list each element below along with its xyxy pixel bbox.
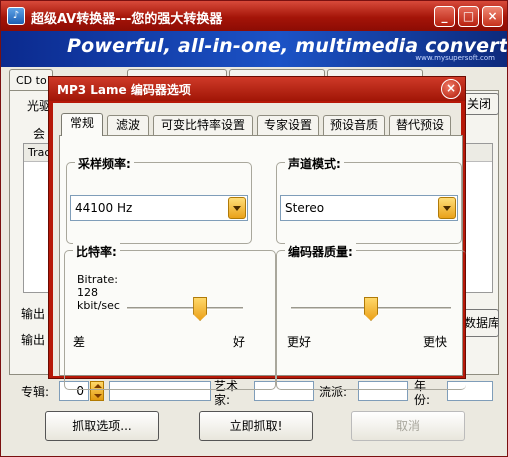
sample-rate-value: 44100 Hz xyxy=(75,201,133,215)
banner: Powerful, all-in-one, multimedia convert… xyxy=(1,31,507,67)
channel-mode-value: Stereo xyxy=(285,201,325,215)
banner-url: www.mysupersoft.com xyxy=(415,54,495,62)
bitrate-value: 128 xyxy=(77,286,98,299)
sample-rate-title: 采样频率: xyxy=(75,155,134,172)
bitrate-group: 比特率: Bitrate: 128 kbit/sec 差 好 xyxy=(64,243,276,390)
tab-cd-to[interactable]: CD to xyxy=(9,69,53,91)
output-format-label: 输出 xyxy=(21,333,46,347)
bitrate-caption: Bitrate: xyxy=(77,273,118,286)
tab-general[interactable]: 常规 xyxy=(61,113,103,136)
bitrate-slider-track[interactable] xyxy=(127,307,243,310)
output-dir-label: 输出 xyxy=(21,307,46,321)
encoder-quality-title: 编码器质量: xyxy=(285,243,356,260)
minimize-button[interactable]: _ xyxy=(434,6,455,27)
rip-options-button[interactable]: 抓取选项... xyxy=(45,411,159,441)
chevron-down-icon[interactable] xyxy=(228,197,246,219)
tab-alternate-preset[interactable]: 替代预设 xyxy=(389,115,451,135)
general-tab-panel: 采样频率: 44100 Hz 声道模式: Stereo 比特率: Bitrate… xyxy=(59,135,466,390)
main-window-title: 超级AV转换器---您的强大转换器 xyxy=(31,12,223,27)
main-titlebar[interactable]: ♪ 超级AV转换器---您的强大转换器 _ □ × xyxy=(1,1,507,31)
bitrate-slider-thumb[interactable] xyxy=(193,297,208,321)
bitrate-title: 比特率: xyxy=(73,243,120,260)
bitrate-max-label: 好 xyxy=(233,335,246,349)
sample-rate-group: 采样频率: 44100 Hz xyxy=(66,155,252,244)
app-icon: ♪ xyxy=(7,7,25,25)
tab-preset-quality[interactable]: 预设音质 xyxy=(323,115,385,135)
mp3-lame-dialog: MP3 Lame 编码器选项 × 常规 滤波 可变比特率设置 专家设置 预设音质… xyxy=(48,76,466,390)
bitrate-unit: kbit/sec xyxy=(77,299,120,312)
channel-mode-select[interactable]: Stereo xyxy=(280,195,458,221)
quality-min-label: 更好 xyxy=(287,335,312,349)
dialog-title: MP3 Lame 编码器选项 xyxy=(57,83,191,97)
cancel-button: 取消 xyxy=(351,411,465,441)
quality-slider-thumb[interactable] xyxy=(364,297,378,321)
tab-expert-settings[interactable]: 专家设置 xyxy=(257,115,319,135)
channel-mode-group: 声道模式: Stereo xyxy=(276,155,462,244)
group-label: 会 xyxy=(33,127,46,141)
database-button[interactable]: 数据库 xyxy=(463,309,499,337)
quality-max-label: 更快 xyxy=(423,335,448,349)
bitrate-min-label: 差 xyxy=(73,335,86,349)
rip-now-button[interactable]: 立即抓取! xyxy=(199,411,313,441)
tab-filter[interactable]: 滤波 xyxy=(107,115,149,135)
encoder-quality-group: 编码器质量: 更好 更快 xyxy=(276,243,466,390)
close-button[interactable]: × xyxy=(482,6,503,27)
dialog-body: 常规 滤波 可变比特率设置 专家设置 预设音质 替代预设 采样频率: 44100… xyxy=(53,103,466,390)
channel-mode-title: 声道模式: xyxy=(285,155,344,172)
dialog-close-button[interactable]: × xyxy=(441,79,461,99)
sample-rate-select[interactable]: 44100 Hz xyxy=(70,195,248,221)
dialog-titlebar[interactable]: MP3 Lame 编码器选项 × xyxy=(49,77,465,101)
chevron-down-icon[interactable] xyxy=(438,197,456,219)
maximize-button[interactable]: □ xyxy=(458,6,479,27)
album-label: 专辑: xyxy=(21,385,50,399)
tab-vbr-settings[interactable]: 可变比特率设置 xyxy=(153,115,253,135)
spin-down-icon[interactable] xyxy=(94,394,102,398)
